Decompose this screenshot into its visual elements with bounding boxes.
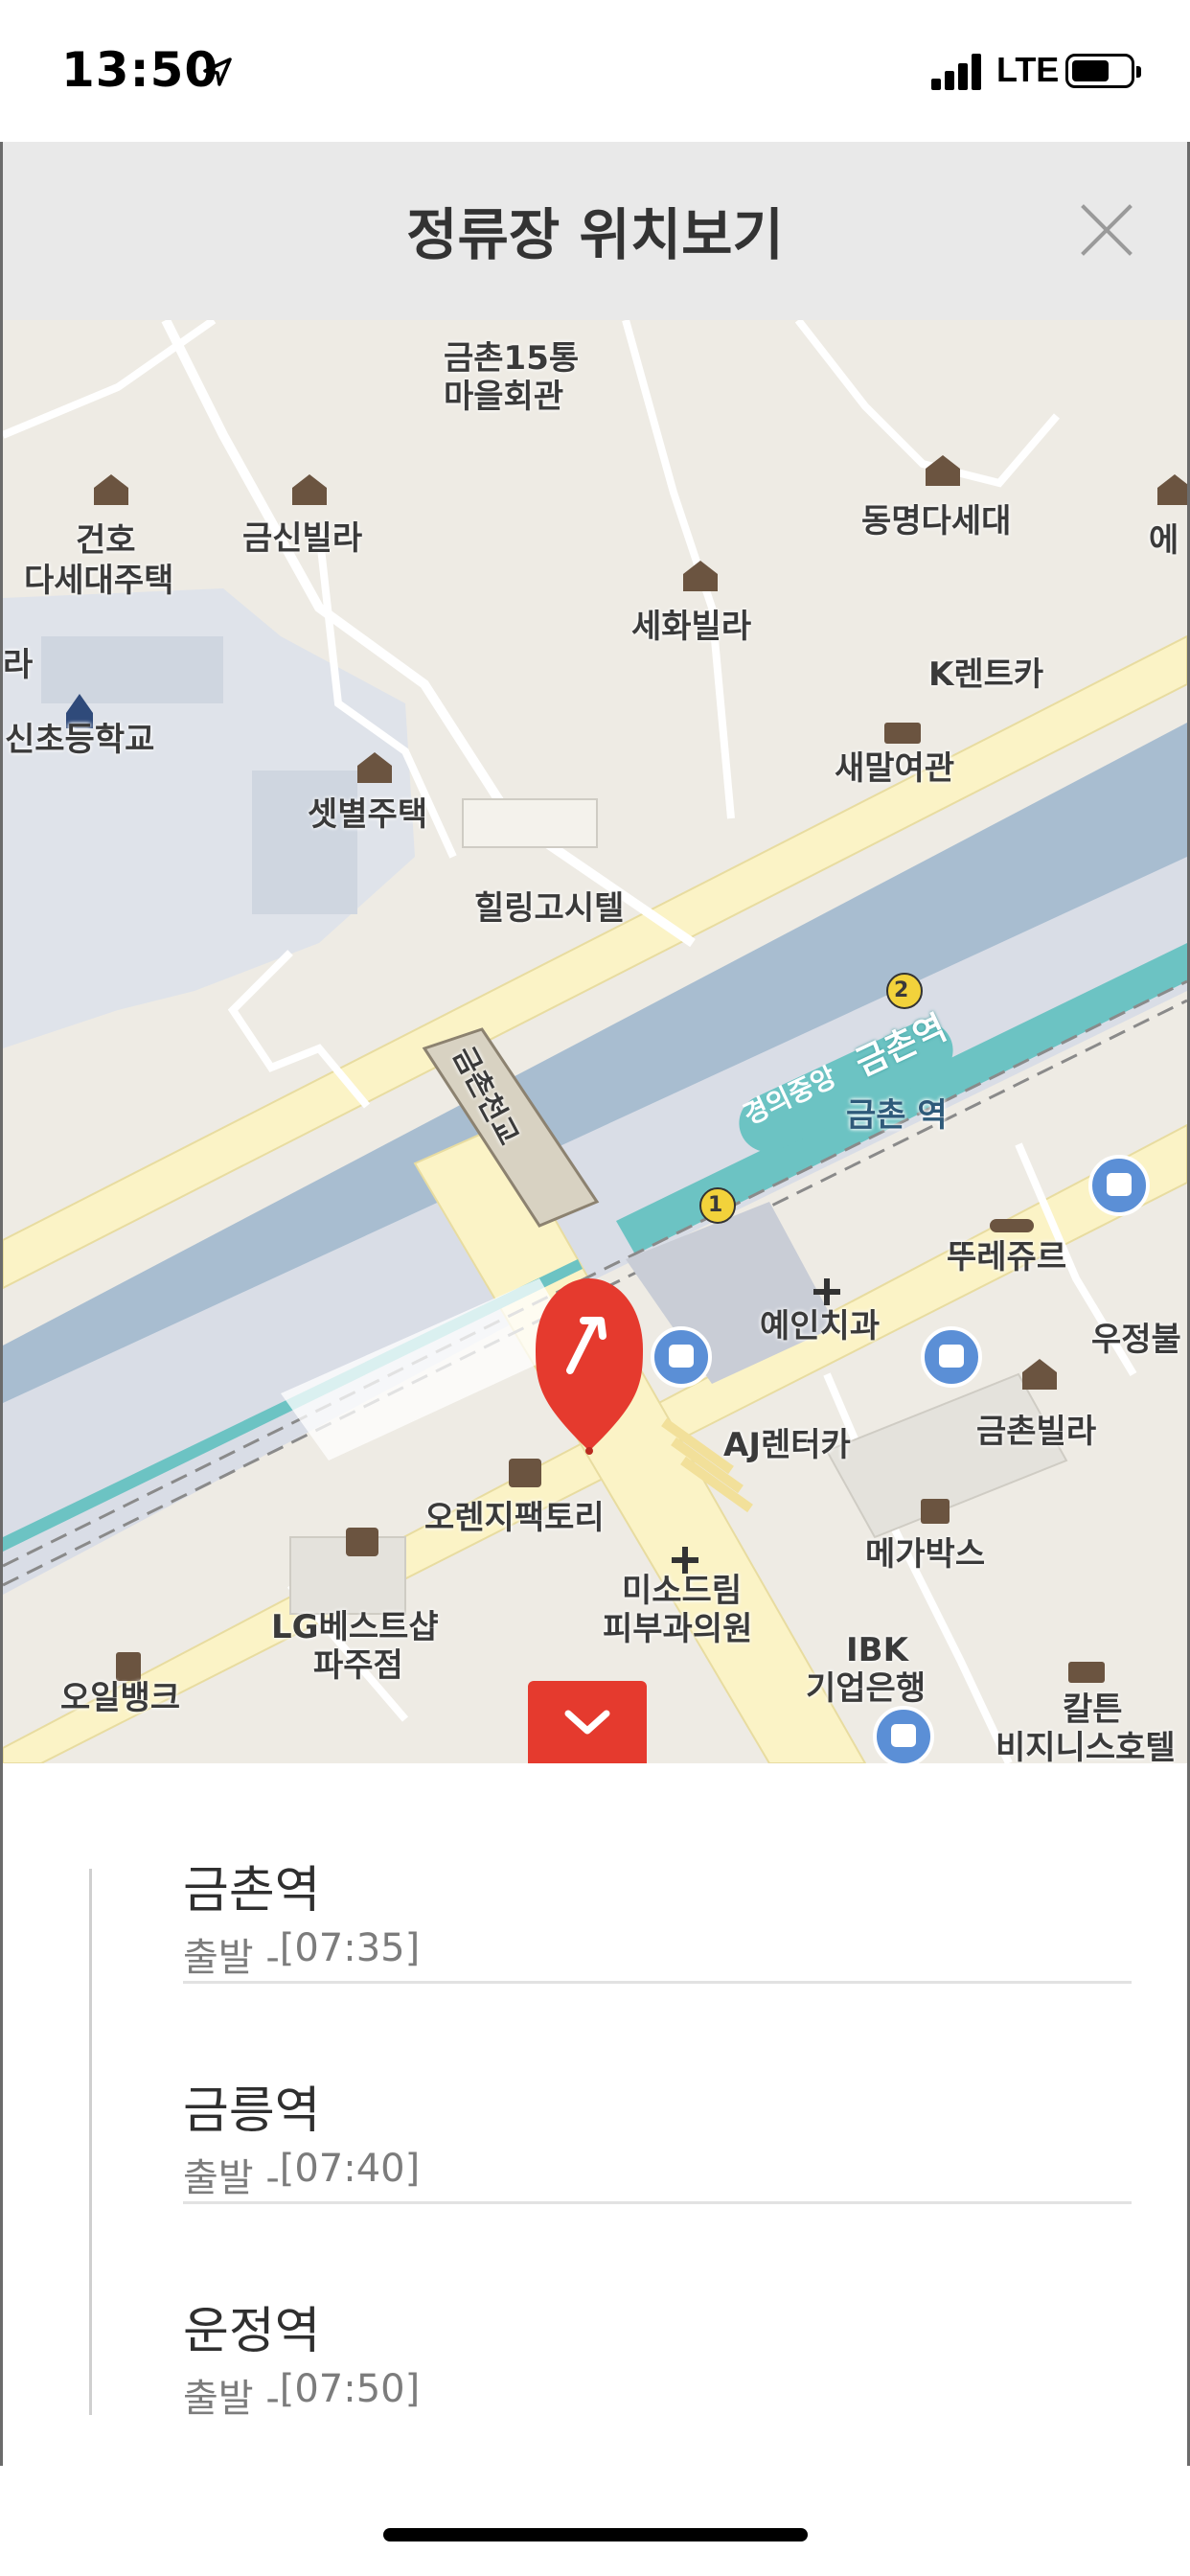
map-label: 라: [3, 646, 34, 684]
stop-name: 운정역: [183, 2303, 321, 2360]
map-label: 에: [1149, 521, 1179, 560]
map-label: 파주점: [313, 1646, 403, 1685]
departure-time: [07:40]: [279, 2147, 421, 2191]
stop-name: 금릉역: [183, 2082, 321, 2140]
map-label: AJ렌터카: [723, 1426, 851, 1464]
map-label: 금촌빌라: [976, 1413, 1097, 1451]
map-label: 마을회관: [444, 378, 564, 416]
stop-departure: 출발 - [07:40]: [183, 2147, 420, 2202]
map-label: LG베스트샵: [271, 1608, 439, 1646]
stop-name: 금촌역: [183, 1862, 321, 1920]
map-label: 새말여관: [835, 749, 955, 788]
map-label: 신초등학교: [5, 721, 155, 759]
location-arrow-icon: [203, 58, 232, 86]
departure-label: 출발 -: [183, 2377, 280, 2421]
map-label: 1: [708, 1193, 723, 1217]
map-label: 힐링고시텔: [474, 889, 625, 928]
signal-icon: [931, 54, 989, 90]
map-label: 피부과의원: [603, 1610, 753, 1648]
map-label: 오일뱅크: [60, 1679, 181, 1717]
map-label: 예인치과: [760, 1307, 881, 1346]
departure-time: [07:35]: [279, 1926, 421, 1970]
map-label: 메가박스: [865, 1535, 986, 1574]
home-indicator[interactable]: [383, 2528, 808, 2542]
departure-label: 출발 -: [183, 2156, 280, 2200]
sheet-header: 정류장 위치보기: [3, 142, 1187, 320]
close-button[interactable]: [1078, 201, 1135, 259]
map-label: 금촌15통: [444, 339, 580, 378]
status-time: 13:50: [61, 42, 219, 98]
map-label: 동명다세대: [861, 502, 1012, 540]
map-label: 금촌 역: [846, 1096, 948, 1135]
map-label: 비지니스호텔: [995, 1729, 1176, 1763]
network-type: LTE: [996, 50, 1060, 89]
map-view[interactable]: 금촌15통 마을회관 건호 다세대주택 금신빌라 동명다세대 에 세화빌라 K렌…: [3, 320, 1187, 1763]
status-bar: 13:50 LTE: [0, 0, 1190, 142]
map-label: 세화빌라: [631, 608, 752, 646]
map-label: 건호: [76, 521, 136, 560]
map-label: 금신빌라: [242, 519, 363, 558]
departure-label: 출발 -: [183, 1936, 280, 1980]
list-item[interactable]: 금촌역 출발 - [07:35]: [183, 1763, 1132, 1984]
map-label: 오렌지팩토리: [424, 1499, 605, 1537]
stop-list: 금촌역 출발 - [07:35] 금릉역 출발 - [07:40] 운정역 출발…: [3, 1763, 1187, 2466]
map-label: 셋별주택: [308, 795, 428, 834]
stop-departure: 출발 - [07:35]: [183, 1926, 420, 1982]
map-label: IBK: [846, 1631, 908, 1669]
page-title: 정류장 위치보기: [406, 202, 784, 267]
chevron-down-icon: [564, 1710, 610, 1735]
departure-time: [07:50]: [279, 2367, 421, 2411]
map-label: 뚜레쥬르: [947, 1238, 1067, 1276]
timeline-line: [89, 1869, 92, 2415]
map-label: 2: [894, 978, 909, 1002]
map-label: 우정불: [1091, 1321, 1181, 1359]
map-label: 칼튼: [1063, 1690, 1123, 1729]
map-label: 기업은행: [806, 1669, 927, 1708]
map-label: 미소드림: [622, 1572, 743, 1610]
list-item[interactable]: 운정역 출발 - [07:50]: [183, 2204, 1132, 2425]
list-item[interactable]: 금릉역 출발 - [07:40]: [183, 1984, 1132, 2204]
map-label: 다세대주택: [24, 562, 174, 600]
stop-departure: 출발 - [07:50]: [183, 2367, 420, 2423]
battery-icon: [1065, 54, 1141, 88]
collapse-map-button[interactable]: [528, 1681, 647, 1763]
stop-location-sheet: 정류장 위치보기 금촌15통 마을회관 건호 다세대주택 금신빌라 동명다세대 …: [0, 142, 1190, 2466]
map-label: K렌트카: [928, 656, 1044, 694]
